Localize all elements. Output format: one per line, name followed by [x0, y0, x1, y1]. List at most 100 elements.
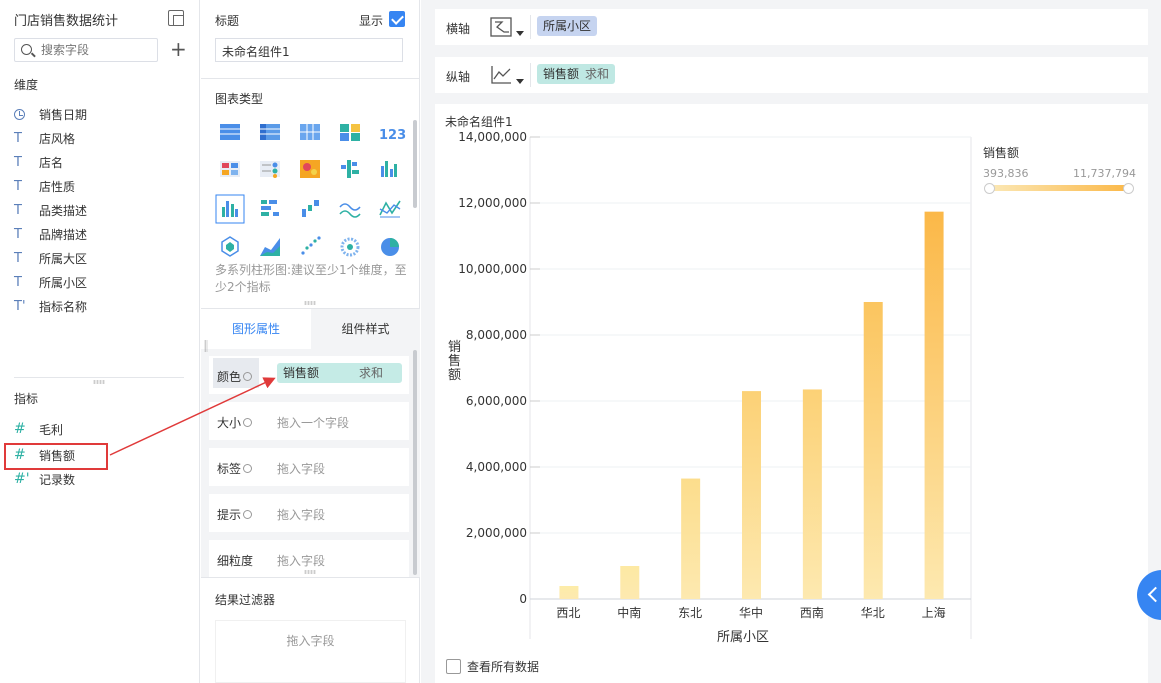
legend-gradient-bar [989, 185, 1129, 191]
bubble-chart-icon[interactable] [340, 237, 360, 257]
switch-dataset-icon[interactable] [168, 10, 184, 26]
x-tick-label: 西南 [800, 605, 824, 620]
dimension-item[interactable]: T 所属大区 [14, 248, 87, 268]
label-drop-zone[interactable]: 拖入字段 [277, 460, 325, 477]
legend-min-handle[interactable] [984, 183, 995, 194]
pill-aggregation[interactable]: 求和 [585, 67, 609, 81]
x-tick-label: 西北 [556, 606, 580, 620]
text-type-icon: T [14, 274, 22, 290]
show-title-checkbox[interactable] [389, 11, 405, 27]
chart-type-scrollbar[interactable] [413, 120, 417, 208]
chart-type-grid: 123 [215, 124, 406, 257]
view-all-checkbox[interactable] [446, 659, 461, 674]
dimension-item[interactable]: T 店风格 [14, 128, 75, 148]
gauge-table-icon[interactable] [260, 161, 280, 178]
dot-matrix-icon[interactable] [341, 160, 359, 178]
add-field-button[interactable]: + [170, 38, 187, 60]
dimension-item[interactable]: T 店名 [14, 152, 63, 172]
y-axis-chart-icon[interactable] [490, 65, 512, 85]
search-icon [21, 44, 32, 55]
y-tick-label: 8,000,000 [466, 328, 527, 342]
line-chart-icon[interactable] [339, 203, 361, 218]
chevron-down-icon[interactable] [516, 31, 524, 36]
dimension-item[interactable]: T' 指标名称 [14, 296, 87, 316]
chart-type-selected-frame [215, 194, 245, 224]
radar-chart-icon[interactable] [221, 236, 239, 257]
color-property-row[interactable]: 颜色 销售额 求和 [209, 356, 409, 394]
pill-field-name: 销售额 [543, 67, 580, 81]
tab-component-style[interactable]: 组件样式 [311, 309, 420, 349]
pill-field-name: 销售额 [283, 366, 320, 380]
resize-grip-icon[interactable] [93, 380, 105, 384]
resize-grip-icon[interactable] [304, 570, 316, 574]
table-chart-icon[interactable] [220, 124, 240, 140]
dimension-item[interactable]: T 店性质 [14, 176, 75, 196]
dimension-item[interactable]: T 品类描述 [14, 200, 87, 220]
text-type-icon: T [14, 202, 22, 218]
tooltip-drop-zone[interactable]: 拖入字段 [277, 506, 325, 523]
chart-workspace: 横轴 所属小区 纵轴 销售额 求和 未命名组件1 0 2,000,000 4,000,… [421, 0, 1161, 683]
resize-grip-icon[interactable] [304, 301, 316, 305]
chart-card: 未命名组件1 0 2,000,000 4,000,000 6,000,000 8,000… [435, 104, 1148, 683]
bar-3 [742, 391, 761, 599]
dimension-item[interactable]: T 品牌描述 [14, 224, 87, 244]
property-scrollbar[interactable] [413, 350, 417, 575]
field-search[interactable] [14, 38, 158, 62]
chart-title: 未命名组件1 [445, 115, 513, 129]
x-axis-field-pill[interactable]: 所属小区 [537, 16, 598, 36]
color-table-icon[interactable] [340, 124, 360, 141]
view-all-data-toggle[interactable]: 查看所有数据 [446, 658, 539, 675]
pie-chart-icon[interactable] [381, 238, 399, 256]
metric-item[interactable]: # 毛利 [14, 419, 63, 439]
metric-item[interactable]: #' 记录数 [14, 469, 75, 489]
size-drop-zone[interactable]: 拖入一个字段 [277, 414, 349, 431]
kpi-number-icon[interactable]: 123 [379, 128, 406, 143]
legend-max-handle[interactable] [1123, 183, 1134, 194]
waterfall-icon[interactable] [302, 200, 319, 217]
label-property-row[interactable]: 标签 拖入字段 [209, 448, 409, 486]
area-chart-icon[interactable] [260, 238, 280, 256]
dimension-item[interactable]: T 所属小区 [14, 272, 87, 292]
color-field-pill[interactable]: 销售额 求和 [277, 363, 402, 383]
y-axis-bar: 纵轴 销售额 求和 [435, 57, 1148, 93]
heat-table-icon[interactable] [220, 161, 240, 177]
scatter-chart-icon[interactable] [301, 236, 321, 255]
bar-2 [681, 478, 701, 599]
chevron-down-icon[interactable] [516, 79, 524, 84]
text-type-icon: T [14, 226, 22, 242]
granularity-drop-zone[interactable]: 拖入字段 [277, 552, 325, 569]
axis-separator [530, 63, 531, 87]
stacked-bar-icon[interactable] [261, 200, 279, 216]
size-property-row[interactable]: 大小 拖入一个字段 [209, 402, 409, 440]
grouped-bar-icon[interactable] [381, 161, 397, 177]
tooltip-property-row[interactable]: 提示 拖入字段 [209, 494, 409, 532]
tab-graphic-properties[interactable]: 图形属性 [201, 309, 311, 349]
dimension-label: 店名 [39, 155, 64, 170]
field-panel: 门店销售数据统计 + 维度 销售日期 T 店风格 T 店名 T 店性质 T 品类描述 T… [0, 0, 200, 683]
gear-icon[interactable] [243, 510, 253, 519]
gear-icon[interactable] [243, 372, 253, 381]
y-tick-label: 6,000,000 [466, 394, 527, 408]
multi-series-bar-icon[interactable] [222, 201, 238, 217]
y-axis-field-pill[interactable]: 销售额 求和 [537, 64, 616, 84]
gear-icon[interactable] [243, 464, 253, 473]
crosstab-chart-icon[interactable] [260, 124, 280, 140]
heatmap-icon[interactable] [300, 160, 320, 178]
result-filter-drop-zone[interactable]: 拖入字段 [215, 620, 406, 683]
dimension-label: 指标名称 [39, 299, 88, 314]
combo-line-icon[interactable] [379, 200, 401, 218]
text-type-icon: T [14, 250, 22, 266]
dimension-item-sale-date[interactable]: 销售日期 [14, 104, 87, 124]
pill-aggregation[interactable]: 求和 [359, 363, 383, 383]
legend-min-value: 393,836 [983, 167, 1029, 180]
chart-config-panel: 标题 显示 未命名组件1 图表类型 123 多系列柱形图:建议至少1个维度，至少… [201, 0, 420, 683]
drag-handle-icon[interactable] [204, 340, 208, 352]
gear-icon[interactable] [243, 418, 253, 427]
x-axis-sort-icon[interactable] [490, 17, 512, 37]
detail-table-icon[interactable] [300, 124, 320, 140]
metric-label: 记录数 [39, 472, 76, 487]
search-input[interactable] [41, 41, 151, 59]
section-divider [201, 78, 420, 79]
title-input[interactable]: 未命名组件1 [215, 38, 403, 62]
highlight-box [4, 443, 108, 470]
